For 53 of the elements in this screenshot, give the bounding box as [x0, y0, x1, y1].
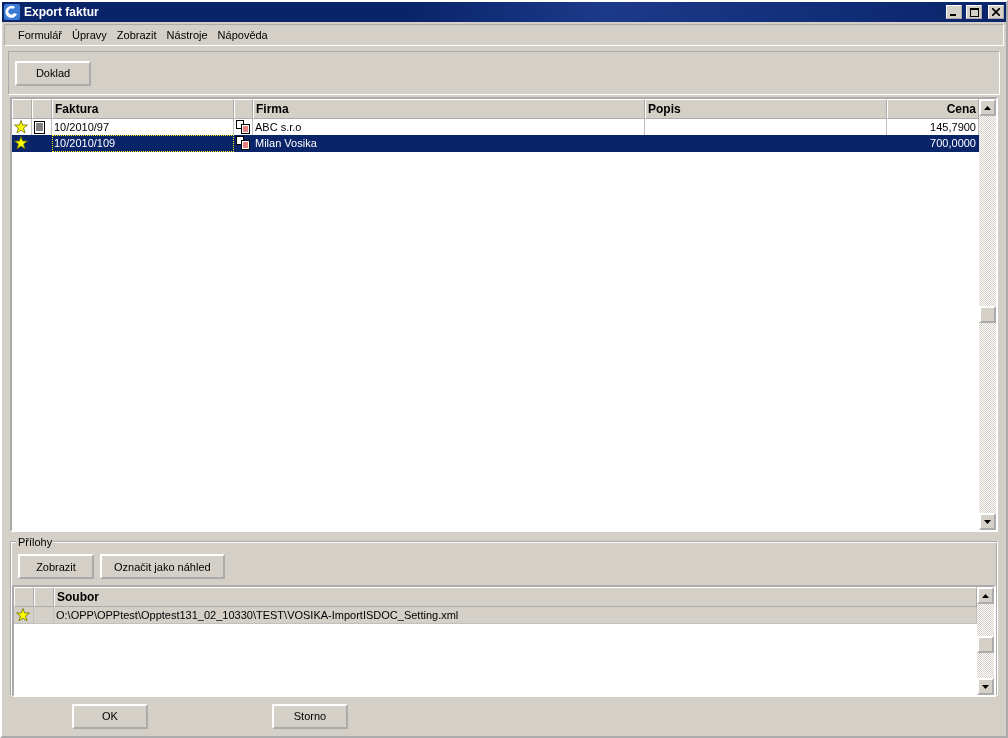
dialog-button[interactable]: Storno [272, 703, 348, 729]
column-header[interactable] [12, 99, 32, 119]
scroll-down-button[interactable] [979, 513, 996, 530]
down-arrow-icon [984, 519, 991, 524]
table-cell: Milan Vosika [255, 137, 317, 149]
toolbar-button[interactable]: Doklad [15, 60, 91, 86]
attachment-button[interactable]: Označit jako náhled [100, 554, 225, 579]
attachment-button[interactable]: Zobrazit [18, 554, 94, 579]
scroll-up-button[interactable] [979, 99, 996, 116]
table-cell: 700,0000 [930, 137, 976, 149]
scroll-thumb[interactable] [979, 305, 996, 323]
column-header[interactable] [14, 587, 34, 607]
close-icon [992, 8, 1000, 16]
column-header[interactable]: Popis [645, 99, 887, 119]
group-title: Přílohy [17, 536, 54, 548]
documents-icon [236, 120, 250, 134]
dialog-button[interactable]: OK [72, 703, 148, 729]
column-header[interactable]: Soubor [54, 587, 977, 607]
table-row[interactable]: O:\OPP\OPPtest\Opptest131_02_10330\TEST\VOSIKA-ImportISDOC_Setting.xml [14, 607, 977, 623]
table-cell: 145,7900 [930, 121, 976, 133]
document-icon [34, 120, 45, 134]
minimize-button[interactable] [946, 5, 962, 19]
column-header[interactable] [34, 587, 54, 607]
star-icon [14, 136, 28, 150]
column-header[interactable]: Firma [253, 99, 645, 119]
menu-item[interactable]: Nápověda [212, 27, 273, 43]
table-cell: 10/2010/109 [54, 137, 116, 149]
scroll-down-button[interactable] [977, 678, 994, 695]
menu-item[interactable]: Formulář [13, 27, 67, 43]
down-arrow-icon [982, 684, 989, 689]
column-header[interactable] [234, 99, 253, 119]
scroll-up-button[interactable] [977, 587, 994, 604]
menu-item[interactable]: Zobrazit [111, 27, 162, 43]
up-arrow-icon [984, 105, 991, 110]
scroll-thumb[interactable] [977, 635, 994, 653]
column-header[interactable] [32, 99, 52, 119]
table-cell: 10/2010/97 [54, 121, 110, 133]
maximize-icon [969, 7, 979, 17]
column-header[interactable]: Faktura [52, 99, 234, 119]
star-icon [16, 608, 30, 622]
up-arrow-icon [982, 593, 989, 598]
maximize-button[interactable] [966, 5, 982, 19]
table-cell: O:\OPP\OPPtest\Opptest131_02_10330\TEST\VOSIKA-ImportISDOC_Setting.xml [56, 609, 459, 621]
window-title: Export faktur [24, 5, 100, 19]
table-row[interactable]: 10/2010/109 Milan Vosika 700,0000 [12, 135, 979, 151]
menu-item[interactable]: Úpravy [67, 27, 112, 43]
app-logo-icon [4, 4, 20, 20]
star-icon [14, 120, 28, 134]
table-cell: ABC s.r.o [255, 121, 302, 133]
menu-item[interactable]: Nástroje [161, 27, 213, 43]
close-button[interactable] [988, 5, 1004, 19]
column-header[interactable]: Cena [887, 99, 979, 119]
documents-icon [236, 136, 250, 150]
